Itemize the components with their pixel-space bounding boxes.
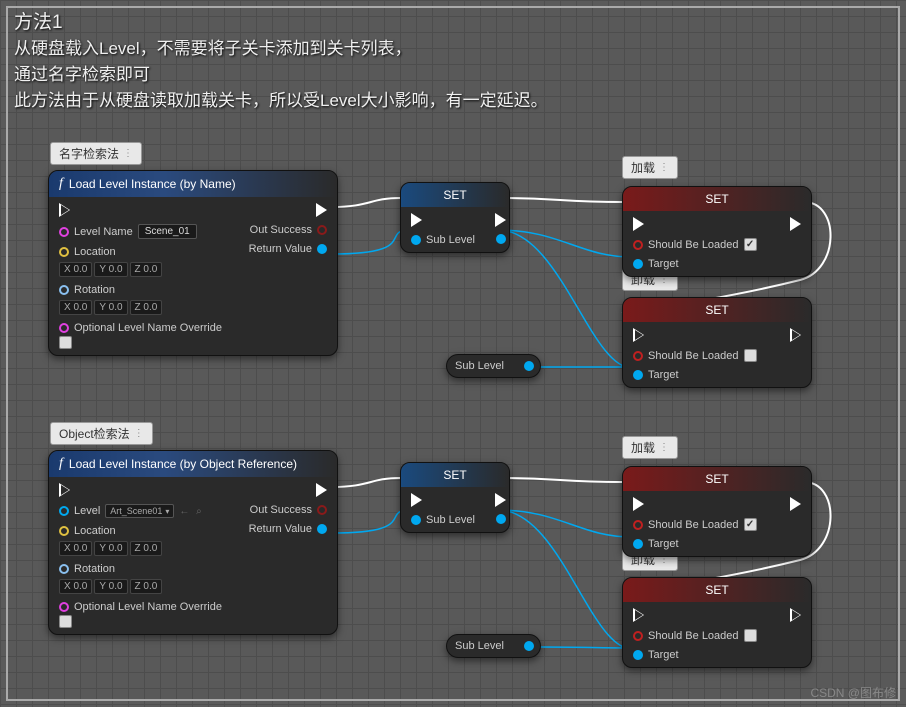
pin-should-be-loaded[interactable]: Should Be Loaded [633,238,757,251]
pin-target[interactable]: Target [633,649,757,661]
pin-should-be-loaded[interactable]: Should Be Loaded [633,629,757,642]
exec-in-pin[interactable] [633,328,757,342]
exec-out-pin[interactable] [790,328,801,342]
node-header: f Load Level Instance (by Object Referen… [49,451,337,477]
pin-level-name[interactable]: Level NameScene_01 [59,224,222,239]
pin-sublevel-out[interactable] [496,234,506,244]
node-title: Load Level Instance (by Name) [69,177,236,191]
node-var-sublevel-1[interactable]: Sub Level [446,354,541,378]
blueprint-canvas[interactable]: 方法1 从硬盘载入Level，不需要将子关卡添加到关卡列表， 通过名字检索即可 … [0,0,906,707]
pin-sublevel-in[interactable]: Sub Level [411,234,475,246]
level-name-input[interactable]: Scene_01 [138,224,197,239]
node-load-level-by-name[interactable]: f Load Level Instance (by Name) Level Na… [48,170,338,356]
node-set-loaded-1[interactable]: SET Should Be Loaded Target [622,186,812,277]
comment-load-2[interactable]: 加载 [622,436,678,459]
node-var-sublevel-2[interactable]: Sub Level [446,634,541,658]
node-header-set: SET [623,187,811,211]
location-inputs[interactable]: X 0.0Y 0.0Z 0.0 [59,541,162,556]
node-set-unloaded-1[interactable]: SET Should Be Loaded Target [622,297,812,388]
pin-out-success[interactable]: Out Success [250,224,327,236]
pin-location[interactable]: Location X 0.0Y 0.0Z 0.0 [59,246,222,277]
node-title: Load Level Instance (by Object Reference… [69,457,297,471]
pin-rotation[interactable]: Rotation X 0.0Y 0.0Z 0.0 [59,284,222,315]
comment-object-search[interactable]: Object检索法 [50,422,153,445]
exec-out-pin[interactable] [790,608,801,622]
title-line-2: 从硬盘载入Level，不需要将子关卡添加到关卡列表， [14,36,548,62]
exec-in-pin[interactable] [633,497,757,511]
loaded-checkbox[interactable] [744,238,757,251]
pin-sublevel-in[interactable]: Sub Level [411,514,475,526]
exec-in-pin[interactable] [633,608,757,622]
exec-in-pin[interactable] [59,203,222,217]
pin-return-value[interactable]: Return Value [249,243,327,255]
node-header-set: SET [401,183,509,207]
pin-rotation[interactable]: Rotation X 0.0Y 0.0Z 0.0 [59,563,222,594]
node-header: f Load Level Instance (by Name) [49,171,337,197]
node-load-level-by-object[interactable]: f Load Level Instance (by Object Referen… [48,450,338,635]
rotation-inputs[interactable]: X 0.0Y 0.0Z 0.0 [59,579,162,594]
exec-in-pin[interactable] [633,217,757,231]
exec-out-pin[interactable] [495,213,506,227]
function-icon: f [59,456,63,472]
pin-out-success[interactable]: Out Success [250,504,327,516]
title-line-4: 此方法由于从硬盘读取加载关卡，所以受Level大小影响，有一定延迟。 [14,88,548,114]
rotation-inputs[interactable]: X 0.0Y 0.0Z 0.0 [59,300,162,315]
pin-optional-override[interactable]: Optional Level Name Override [59,601,222,628]
loaded-checkbox[interactable] [744,349,757,362]
node-header-set: SET [401,463,509,487]
watermark-text: CSDN @图布修 [810,684,896,701]
comment-load-1[interactable]: 加载 [622,156,678,179]
pin-sublevel-out[interactable] [496,514,506,524]
pin-return-value[interactable]: Return Value [249,523,327,535]
pin-should-be-loaded[interactable]: Should Be Loaded [633,349,757,362]
node-set-sublevel-1[interactable]: SET Sub Level [400,182,510,253]
exec-out-pin[interactable] [495,493,506,507]
pin-target[interactable]: Target [633,369,757,381]
exec-in-pin[interactable] [59,483,222,497]
node-set-unloaded-2[interactable]: SET Should Be Loaded Target [622,577,812,668]
node-header-set: SET [623,298,811,322]
exec-in-pin[interactable] [411,213,475,227]
location-inputs[interactable]: X 0.0Y 0.0Z 0.0 [59,262,162,277]
node-header-set: SET [623,467,811,491]
optional-checkbox[interactable] [59,336,72,349]
comment-name-search[interactable]: 名字检索法 [50,142,142,165]
optional-checkbox[interactable] [59,615,72,628]
var-label: Sub Level [455,640,504,652]
pin-location[interactable]: Location X 0.0Y 0.0Z 0.0 [59,525,222,556]
node-set-sublevel-2[interactable]: SET Sub Level [400,462,510,533]
node-set-loaded-2[interactable]: SET Should Be Loaded Target [622,466,812,557]
node-header-set: SET [623,578,811,602]
asset-tools-icon[interactable]: ← ⌕ [179,506,203,517]
pin-should-be-loaded[interactable]: Should Be Loaded [633,518,757,531]
pin-target[interactable]: Target [633,538,757,550]
level-dropdown[interactable]: Art_Scene01 [105,504,174,518]
exec-in-pin[interactable] [411,493,475,507]
loaded-checkbox[interactable] [744,629,757,642]
loaded-checkbox[interactable] [744,518,757,531]
var-label: Sub Level [455,360,504,372]
pin-optional-override[interactable]: Optional Level Name Override [59,322,222,349]
description-text: 方法1 从硬盘载入Level，不需要将子关卡添加到关卡列表， 通过名字检索即可 … [14,10,548,114]
var-out-pin[interactable] [524,360,534,372]
exec-out-pin[interactable] [316,203,327,217]
exec-out-pin[interactable] [790,497,801,511]
var-out-pin[interactable] [524,640,534,652]
pin-level[interactable]: LevelArt_Scene01← ⌕ [59,504,222,518]
exec-out-pin[interactable] [316,483,327,497]
title-line-3: 通过名字检索即可 [14,62,548,88]
function-icon: f [59,176,63,192]
pin-target[interactable]: Target [633,258,757,270]
title-line-1: 方法1 [14,10,548,36]
exec-out-pin[interactable] [790,217,801,231]
